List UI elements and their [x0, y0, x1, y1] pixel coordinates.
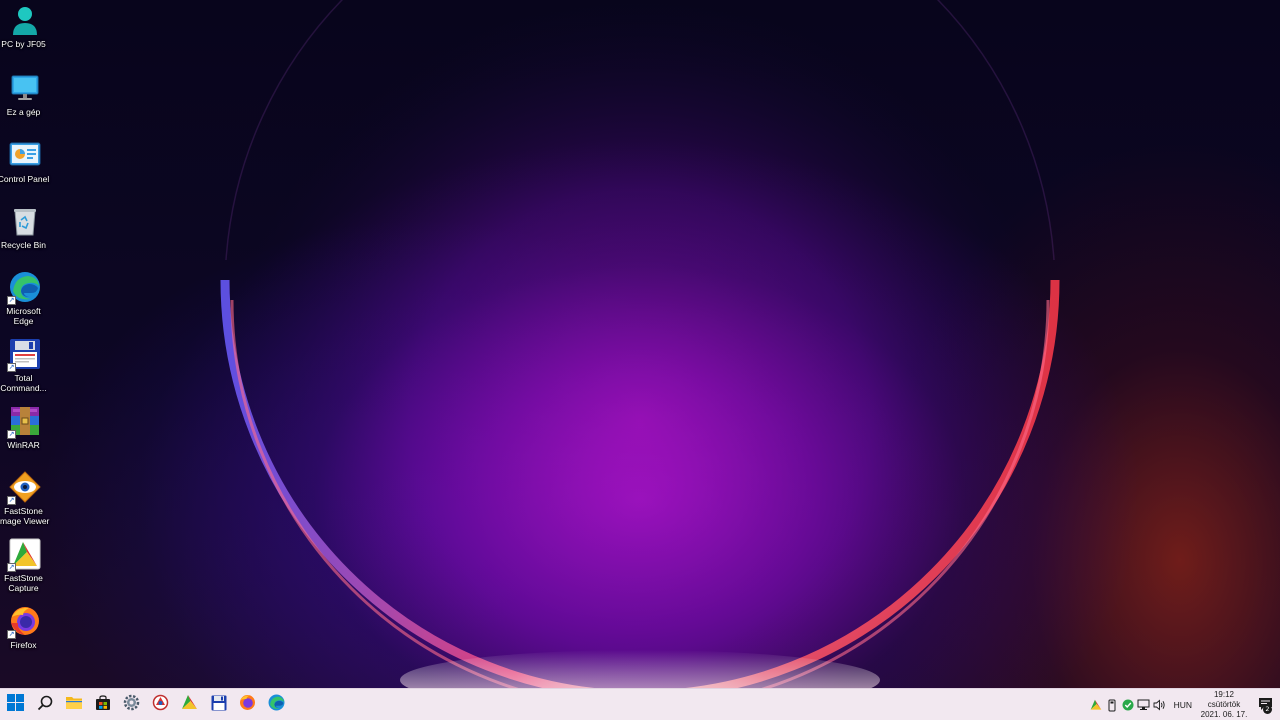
total-commander-icon: ↗ — [7, 338, 41, 372]
desktop-icon-label: Firefox — [10, 640, 37, 650]
edge-icon — [268, 694, 285, 715]
shortcut-arrow-icon: ↗ — [7, 296, 16, 305]
search-icon — [37, 695, 53, 715]
shortcut-arrow-icon: ↗ — [7, 363, 16, 372]
volume-icon[interactable] — [1152, 697, 1168, 713]
settings-button[interactable] — [117, 690, 146, 720]
desktop-icon-microsoft-edge[interactable]: ↗ Microsoft Edge — [0, 271, 50, 326]
edge-button[interactable] — [262, 690, 291, 720]
faststone-capture-icon: ↗ — [7, 538, 41, 572]
monitor-icon — [9, 72, 41, 104]
store-button[interactable] — [88, 690, 117, 720]
desktop-icon-firefox[interactable]: ↗ Firefox — [0, 605, 50, 650]
desktop-icon-label: Total Command... — [0, 373, 47, 393]
shortcut-arrow-icon: ↗ — [7, 496, 16, 505]
wallpaper-bloom — [220, 0, 1060, 688]
notification-center-button[interactable]: 2 — [1250, 689, 1280, 720]
faststone-capture-tray-icon[interactable] — [1088, 697, 1104, 713]
desktop-icon-label: FastStone Image Viewer — [0, 506, 50, 526]
system-tray: HUN 19:12 csütörtök 2021. 06. 17. 2 — [1088, 689, 1280, 720]
folder-icon — [65, 695, 83, 714]
input-language-indicator[interactable]: HUN — [1174, 700, 1192, 710]
winrar-icon: ↗ — [7, 405, 41, 439]
file-explorer-button[interactable] — [59, 690, 88, 720]
usb-device-icon[interactable] — [1104, 697, 1120, 713]
faststone-viewer-icon — [152, 694, 169, 715]
gear-icon — [123, 694, 140, 715]
desktop-icon-label: PC by JF05 — [1, 39, 46, 49]
desktop-icon-label: Control Panel — [0, 174, 50, 184]
desktop-icon-label: Microsoft Edge — [6, 306, 41, 326]
notification-count-badge: 2 — [1263, 705, 1272, 714]
faststone-viewer-button[interactable] — [146, 690, 175, 720]
desktop-icon-control-panel[interactable]: Control Panel — [0, 139, 50, 184]
faststone-capture-button[interactable] — [175, 690, 204, 720]
desktop-icon-winrar[interactable]: ↗ WinRAR — [0, 405, 50, 450]
total-commander-button[interactable] — [204, 690, 233, 720]
faststone-viewer-icon: ↗ — [7, 471, 41, 505]
clock-time: 19:12 — [1213, 690, 1235, 699]
taskbar: HUN 19:12 csütörtök 2021. 06. 17. 2 — [0, 688, 1280, 720]
shortcut-arrow-icon: ↗ — [7, 630, 16, 639]
start-button[interactable] — [1, 690, 30, 720]
desktop-icon-label: Recycle Bin — [1, 240, 46, 250]
user-icon — [9, 4, 41, 36]
recycle-bin-icon — [9, 205, 41, 237]
firefox-button[interactable] — [233, 690, 262, 720]
faststone-capture-icon — [181, 694, 198, 715]
shortcut-arrow-icon: ↗ — [7, 430, 16, 439]
shortcut-arrow-icon: ↗ — [7, 563, 16, 572]
desktop-icon-total-commander[interactable]: ↗ Total Command... — [0, 338, 50, 393]
desktop-icon-faststone-image-viewer[interactable]: ↗ FastStone Image Viewer — [0, 471, 50, 526]
search-button[interactable] — [30, 690, 59, 720]
desktop-wallpaper — [0, 0, 1280, 688]
firefox-icon: ↗ — [7, 605, 41, 639]
desktop-icon-label: WinRAR — [7, 440, 40, 450]
desktop-icon-pc-by-jf05[interactable]: PC by JF05 — [0, 4, 50, 49]
clock[interactable]: 19:12 csütörtök 2021. 06. 17. — [1198, 690, 1250, 720]
network-icon[interactable] — [1136, 697, 1152, 713]
desktop-icon-label: FastStone Capture — [4, 573, 43, 593]
desktop-icon-label: Ez a gép — [6, 107, 41, 117]
security-shield-icon[interactable] — [1120, 697, 1136, 713]
store-icon — [95, 694, 111, 715]
windows-logo-icon — [7, 694, 24, 715]
floppy-icon — [211, 695, 227, 715]
clock-day: csütörtök — [1207, 700, 1241, 709]
control-panel-icon — [9, 139, 41, 171]
clock-date: 2021. 06. 17. — [1200, 710, 1248, 719]
desktop-icon-recycle-bin[interactable]: Recycle Bin — [0, 205, 50, 250]
desktop-icon-faststone-capture[interactable]: ↗ FastStone Capture — [0, 538, 50, 593]
firefox-icon — [239, 694, 256, 715]
edge-icon: ↗ — [7, 271, 41, 305]
desktop-icon-this-pc[interactable]: Ez a gép — [0, 72, 50, 117]
